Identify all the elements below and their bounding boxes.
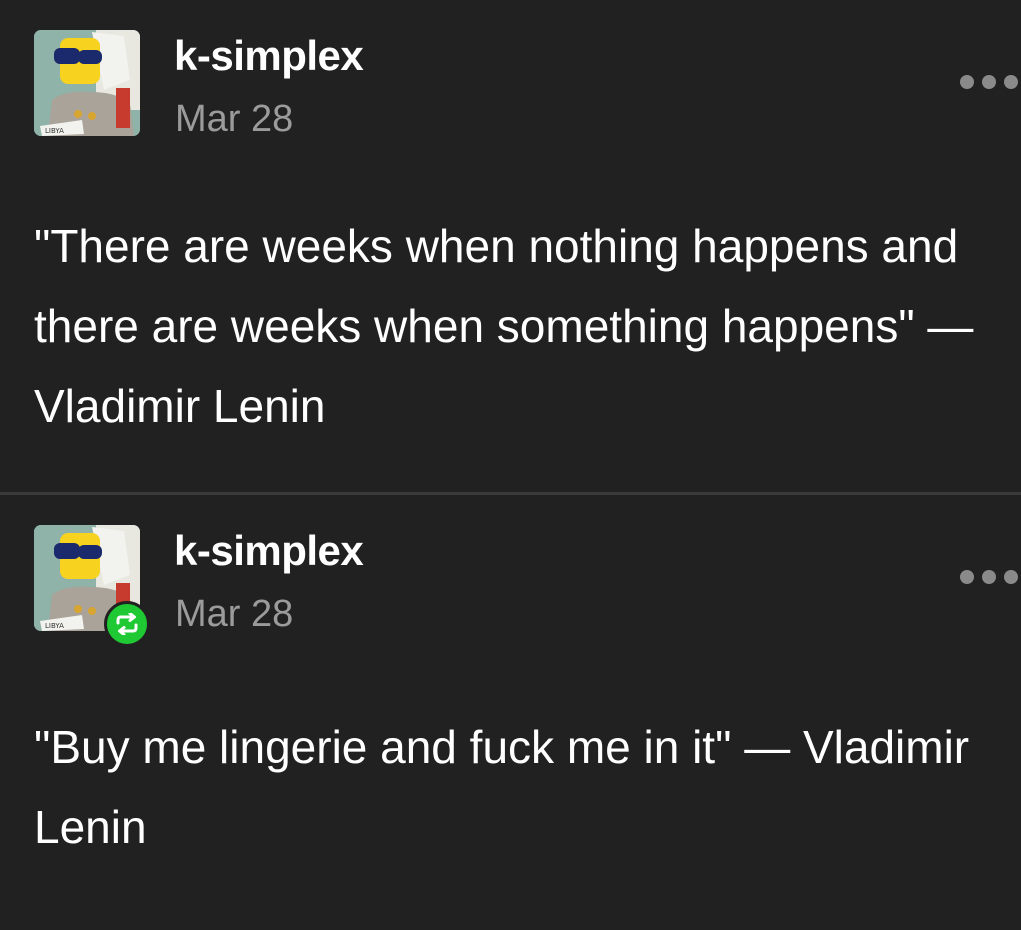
ellipsis-icon — [1004, 75, 1018, 89]
avatar-image: LIBYA — [34, 30, 140, 136]
avatar-caption: LIBYA — [45, 127, 64, 135]
ellipsis-icon — [982, 570, 996, 584]
ellipsis-icon — [982, 75, 996, 89]
post-card: LIBYA k-simplex Mar 28 "Buy me lingerie … — [0, 495, 1021, 930]
reblog-badge — [104, 601, 150, 647]
avatar[interactable]: LIBYA — [34, 30, 140, 136]
more-options-button[interactable] — [960, 567, 1021, 587]
ellipsis-icon — [1004, 570, 1018, 584]
ellipsis-icon — [960, 570, 974, 584]
post-card: LIBYA k-simplex Mar 28 "There are weeks … — [0, 0, 1021, 493]
reblog-icon — [116, 613, 138, 635]
ellipsis-icon — [960, 75, 974, 89]
username[interactable]: k-simplex — [174, 32, 364, 80]
avatar-caption: LIBYA — [45, 622, 64, 630]
post-date[interactable]: Mar 28 — [175, 98, 293, 141]
more-options-button[interactable] — [960, 72, 1021, 92]
post-body: "There are weeks when nothing happens an… — [34, 220, 974, 432]
post-date[interactable]: Mar 28 — [175, 593, 293, 636]
username[interactable]: k-simplex — [174, 527, 364, 575]
post-body: "Buy me lingerie and fuck me in it" — Vl… — [34, 721, 970, 853]
